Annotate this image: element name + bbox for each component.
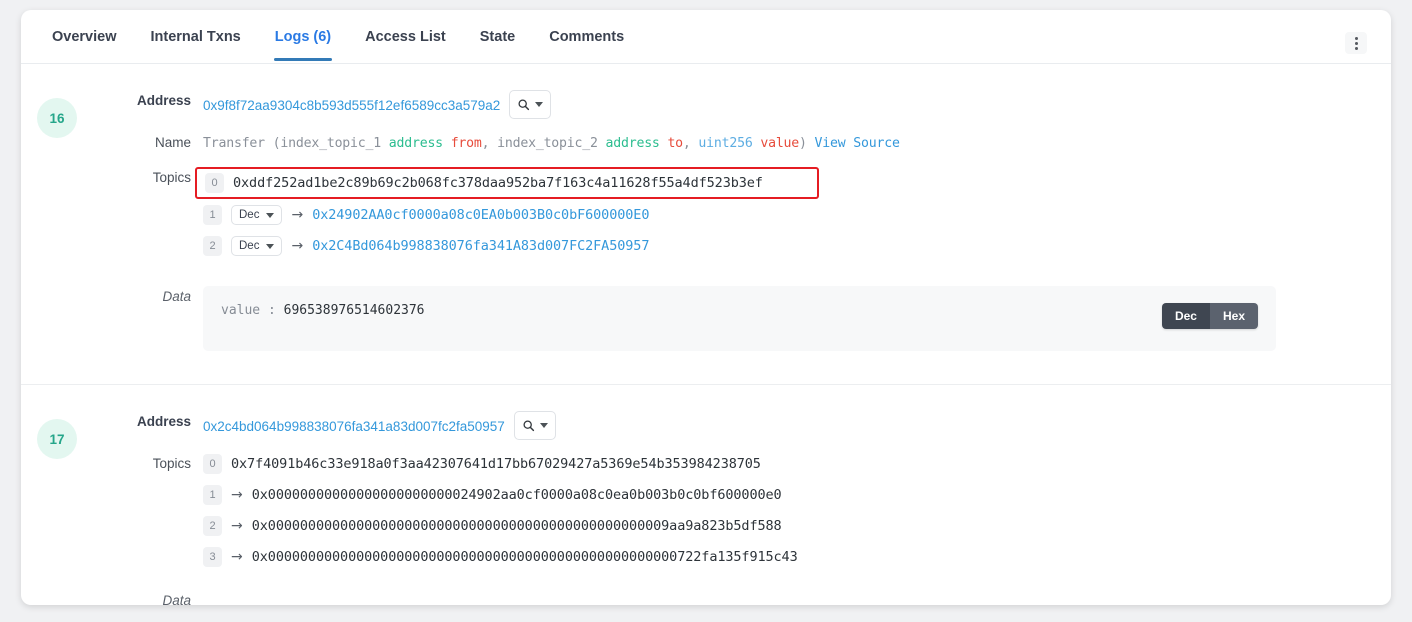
topic-index: 3	[203, 547, 222, 567]
address-lookup-button[interactable]	[513, 411, 556, 440]
topics-list: 0 0xddf252ad1be2c89b69c2b068fc378daa952b…	[195, 167, 1371, 266]
toggle-dec-button[interactable]: Dec	[1161, 303, 1210, 329]
arrow-right-icon: →	[231, 518, 243, 534]
log-index-badge: 16	[37, 98, 77, 138]
tab-logs[interactable]: Logs (6)	[258, 10, 348, 61]
tab-overview[interactable]: Overview	[35, 10, 134, 61]
toggle-hex-button[interactable]: Hex	[1209, 303, 1258, 329]
topic-row: 1 Dec → 0x24902AA0cf0000a08c0EA0b003B0c0…	[203, 204, 1371, 226]
topic-index: 0	[203, 454, 222, 474]
search-icon	[518, 99, 530, 111]
address-row: Address 0x2c4bd064b998838076fa341a83d007…	[93, 411, 1371, 440]
data-label: Data	[162, 289, 191, 304]
topics-row: Topics 0 0xddf252ad1be2c89b69c2b068fc378…	[93, 167, 1371, 266]
log-fields: Address 0x9f8f72aa9304c8b593d555f12ef658…	[93, 90, 1391, 364]
chevron-down-icon	[539, 423, 548, 428]
topic-index: 2	[203, 516, 222, 536]
topics-list: 0 0x7f4091b46c33e918a0f3aa42307641d17bb6…	[203, 453, 1371, 577]
signature-arg-1: from	[450, 136, 482, 151]
signature-arg-2: to	[667, 136, 683, 151]
event-signature: Transfer (index_topic_1 address from, in…	[203, 132, 1371, 154]
log-index-column: 17	[21, 411, 93, 605]
signature-type-1: address	[388, 136, 443, 151]
topic-index: 2	[203, 236, 222, 256]
arrow-right-icon: →	[291, 238, 304, 254]
topics-label: Topics	[152, 170, 191, 185]
topic-value: 0x00000000000000000000000000000000000000…	[251, 549, 798, 565]
address-lookup-button[interactable]	[509, 90, 552, 119]
topic-format-value: Dec	[239, 240, 260, 252]
signature-close: )	[799, 136, 807, 151]
topic-index: 1	[203, 205, 222, 225]
arrow-right-icon: →	[231, 549, 243, 565]
address-link[interactable]: 0x9f8f72aa9304c8b593d555f12ef6589cc3a579…	[203, 96, 500, 113]
signature-type-3: uint256	[698, 136, 753, 151]
log-index-column: 16	[21, 90, 93, 364]
topics-label: Topics	[152, 456, 191, 471]
data-panel: value : 696538976514602376 Dec Hex	[203, 286, 1276, 351]
topic-value[interactable]: 0x2C4Bd064b998838076fa341A83d007FC2FA509…	[312, 238, 649, 254]
tab-access-list[interactable]: Access List	[348, 10, 463, 61]
tab-bar: Overview Internal Txns Logs (6) Access L…	[21, 10, 1391, 64]
highlighted-topic-0: 0 0xddf252ad1be2c89b69c2b068fc378daa952b…	[195, 167, 819, 199]
topic-format-dropdown[interactable]: Dec	[231, 236, 283, 256]
topic-value: 0x7f4091b46c33e918a0f3aa42307641d17bb670…	[231, 456, 761, 472]
topic-value[interactable]: 0x24902AA0cf0000a08c0EA0b003B0c0bF600000…	[312, 207, 649, 223]
view-source-link[interactable]: View Source	[815, 136, 900, 151]
arrow-right-icon: →	[231, 487, 243, 503]
topic-row: 2 Dec → 0x2C4Bd064b998838076fa341A83d007…	[203, 235, 1371, 257]
data-row: Data	[93, 590, 1371, 605]
signature-fn: Transfer (index_topic_1	[203, 136, 389, 151]
signature-type-2: address	[605, 136, 660, 151]
topic-format-value: Dec	[239, 209, 260, 221]
tab-state[interactable]: State	[463, 10, 532, 61]
address-link[interactable]: 0x2c4bd064b998838076fa341a83d007fc2fa509…	[203, 417, 505, 434]
topic-value: 0x00000000000000000000000000000000000000…	[251, 518, 782, 534]
signature-arg-3: value	[760, 136, 800, 151]
topic-row: 1 → 0x00000000000000000000000024902aa0cf…	[203, 484, 1371, 506]
topics-row: Topics 0 0x7f4091b46c33e918a0f3aa4230764…	[93, 453, 1371, 577]
data-format-toggle: Dec Hex	[1161, 303, 1258, 329]
topic-index: 0	[205, 173, 224, 193]
log-fields: Address 0x2c4bd064b998838076fa341a83d007…	[93, 411, 1391, 605]
data-key: value :	[221, 303, 276, 318]
page-root: Overview Internal Txns Logs (6) Access L…	[0, 0, 1412, 622]
arrow-right-icon: →	[291, 207, 304, 223]
log-index-badge: 17	[37, 419, 77, 459]
topic-row: 3 → 0x0000000000000000000000000000000000…	[203, 546, 1371, 568]
address-label: Address	[136, 93, 191, 108]
name-row: Name Transfer (index_topic_1 address fro…	[93, 132, 1371, 154]
name-label: Name	[154, 135, 191, 150]
data-value-text: value : 696538976514602376	[221, 303, 425, 318]
log-entry: 16 Address 0x9f8f72aa9304c8b593d555f12ef…	[21, 64, 1391, 384]
logs-card: Overview Internal Txns Logs (6) Access L…	[21, 10, 1391, 605]
topic-format-dropdown[interactable]: Dec	[231, 205, 283, 225]
chevron-down-icon	[535, 102, 544, 107]
topic-value: 0x00000000000000000000000024902aa0cf0000…	[251, 487, 782, 503]
tab-comments[interactable]: Comments	[532, 10, 641, 61]
signature-sep-2: ,	[682, 136, 699, 151]
signature-sep-1: , index_topic_2	[481, 136, 606, 151]
address-label: Address	[136, 414, 191, 429]
chevron-down-icon	[266, 212, 275, 218]
data-label: Data	[162, 593, 191, 605]
data-value: 696538976514602376	[283, 303, 425, 318]
topic-row: 0 0x7f4091b46c33e918a0f3aa42307641d17bb6…	[203, 453, 1371, 475]
topic-value: 0xddf252ad1be2c89b69c2b068fc378daa952ba7…	[233, 175, 763, 191]
search-icon	[523, 420, 534, 432]
topic-row: 2 → 0x0000000000000000000000000000000000…	[203, 515, 1371, 537]
more-options-icon[interactable]	[1345, 32, 1367, 54]
topic-index: 1	[203, 485, 222, 505]
chevron-down-icon	[266, 243, 275, 249]
logs-list: 16 Address 0x9f8f72aa9304c8b593d555f12ef…	[21, 64, 1391, 605]
log-entry: 17 Address 0x2c4bd064b998838076fa341a83d…	[21, 384, 1391, 605]
tab-internal-txns[interactable]: Internal Txns	[134, 10, 258, 61]
data-row: Data value : 696538976514602376 Dec Hex	[93, 286, 1371, 351]
address-row: Address 0x9f8f72aa9304c8b593d555f12ef658…	[93, 90, 1371, 119]
